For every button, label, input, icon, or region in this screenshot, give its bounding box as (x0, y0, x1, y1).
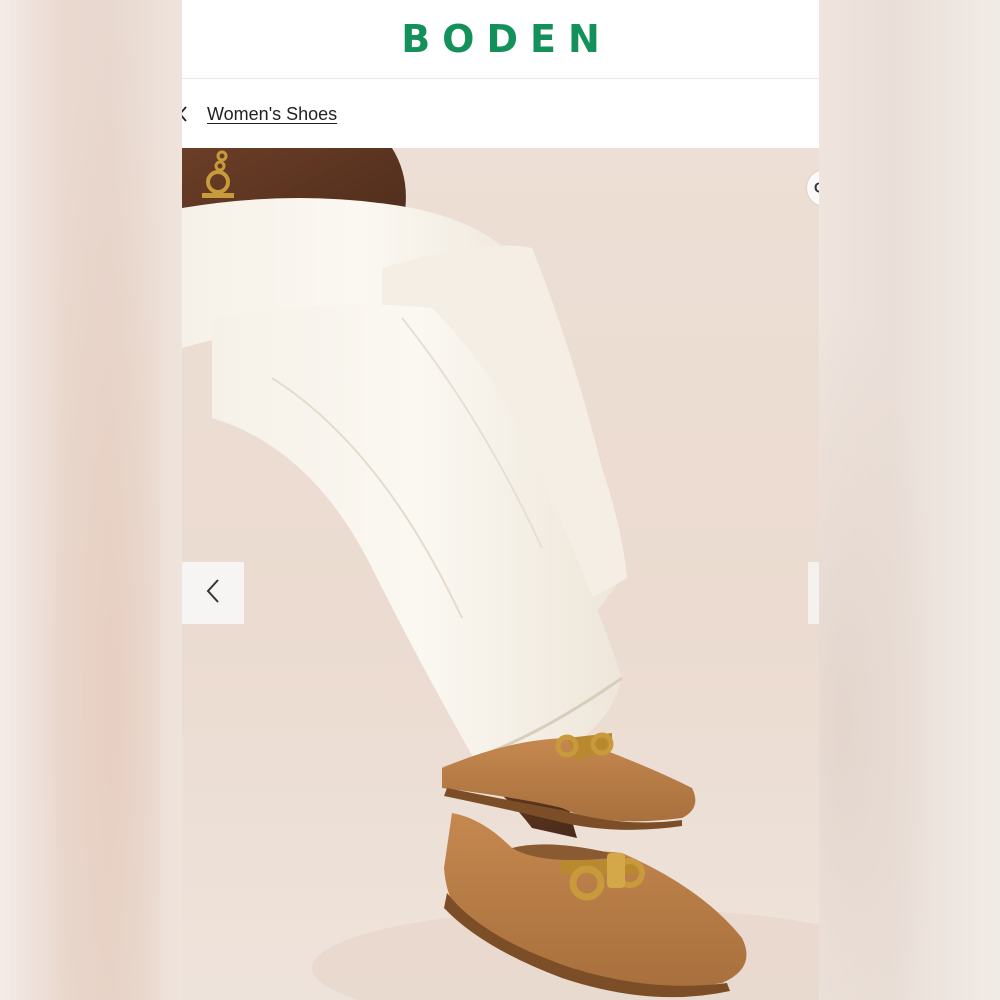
backdrop-left (0, 0, 182, 1000)
backdrop-right (819, 0, 1000, 1000)
next-image-button[interactable] (808, 562, 819, 624)
brand-logo[interactable]: BODEN (401, 17, 612, 61)
magnifier-icon: Q (814, 179, 819, 195)
chevron-left-icon (205, 578, 221, 609)
back-chevron-icon[interactable] (182, 79, 206, 149)
product-photo (182, 148, 819, 1000)
product-image-gallery[interactable]: Q (182, 148, 819, 1000)
breadcrumb: Women's Shoes (182, 79, 819, 149)
breadcrumb-link-womens-shoes[interactable]: Women's Shoes (207, 104, 337, 125)
site-header: BODEN (182, 0, 819, 79)
prev-image-button[interactable] (182, 562, 244, 624)
product-page: BODEN Women's Shoes (182, 0, 819, 1000)
